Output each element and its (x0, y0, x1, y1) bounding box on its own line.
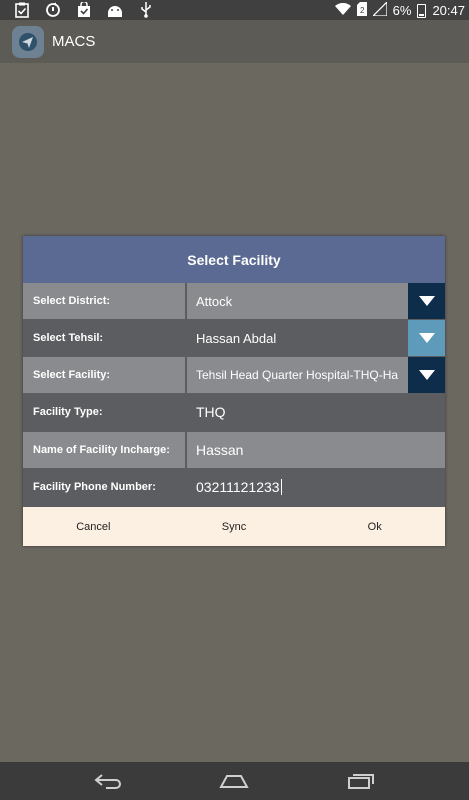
tehsil-row: Select Tehsil: Hassan Abdal (23, 320, 445, 357)
sync-button[interactable]: Sync (164, 507, 305, 546)
signal-icon (371, 0, 388, 19)
battery-percent: 6% (392, 3, 412, 18)
incharge-label: Name of Facility Incharge: (23, 432, 185, 468)
facility-type-label: Facility Type: (23, 394, 185, 430)
sync-icon (43, 2, 63, 18)
district-dropdown[interactable]: Attock (187, 283, 445, 319)
shopping-bag-icon (74, 2, 94, 18)
district-row: Select District: Attock (23, 283, 445, 320)
navigation-bar (0, 762, 469, 800)
facility-label: Select Facility: (23, 357, 185, 393)
facility-row: Select Facility: Tehsil Head Quarter Hos… (23, 357, 445, 394)
select-facility-dialog: Select Facility Select District: Attock … (23, 236, 445, 546)
phone-input-text: 03211121233 (196, 479, 280, 495)
sim-icon: 2 (356, 2, 367, 19)
dialog-button-bar: Cancel Sync Ok (23, 507, 445, 546)
usb-icon (136, 2, 156, 18)
status-right-icons: 2 6% 20:47 (334, 0, 465, 19)
back-icon[interactable] (93, 770, 123, 792)
district-dropdown-arrow-icon[interactable] (408, 283, 445, 319)
facility-dropdown[interactable]: Tehsil Head Quarter Hospital-THQ-Ha (187, 357, 445, 393)
paper-plane-icon[interactable] (12, 26, 44, 58)
app-title: MACS (52, 33, 96, 50)
facility-type-value: THQ (187, 394, 445, 430)
home-icon[interactable] (219, 770, 249, 792)
tehsil-dropdown-arrow-icon[interactable] (408, 320, 445, 356)
incharge-row: Name of Facility Incharge: Hassan (23, 432, 445, 469)
clipboard-check-icon (12, 2, 32, 18)
phone-row: Facility Phone Number: 03211121233 (23, 469, 445, 506)
district-label: Select District: (23, 283, 185, 319)
app-bar: MACS (0, 20, 469, 63)
clock: 20:47 (432, 3, 465, 18)
incharge-input[interactable]: Hassan (187, 432, 445, 468)
recents-icon[interactable] (346, 770, 376, 792)
facility-dropdown-arrow-icon[interactable] (408, 357, 445, 393)
tehsil-dropdown[interactable]: Hassan Abdal (187, 320, 445, 356)
ok-button[interactable]: Ok (304, 507, 445, 546)
status-bar: 2 6% 20:47 (0, 0, 469, 20)
facility-type-row: Facility Type: THQ (23, 394, 445, 431)
wifi-icon (334, 2, 351, 18)
phone-label: Facility Phone Number: (23, 469, 185, 505)
cancel-button[interactable]: Cancel (23, 507, 164, 546)
battery-icon (417, 3, 427, 18)
status-left-icons (12, 2, 156, 18)
dialog-title: Select Facility (23, 236, 445, 283)
text-cursor (280, 479, 282, 495)
android-icon (105, 2, 125, 18)
tehsil-label: Select Tehsil: (23, 320, 185, 356)
svg-text:2: 2 (360, 6, 365, 15)
phone-input[interactable]: 03211121233 (187, 469, 445, 505)
